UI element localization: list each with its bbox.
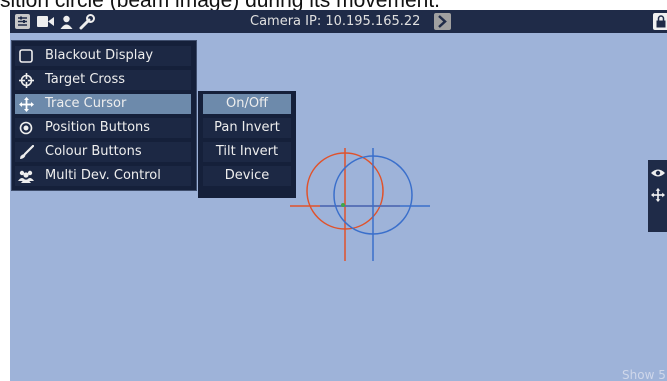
right-tool-strip (648, 160, 667, 232)
eye-icon[interactable] (651, 166, 665, 180)
trace-cursor-overlay (290, 148, 430, 261)
blue-trace-cursor (320, 148, 430, 261)
trace-center-dot (341, 203, 345, 207)
camera-control-app: Camera IP: 10.195.165.22 Blackout Displa… (10, 10, 667, 381)
move-arrows-icon[interactable] (651, 188, 665, 202)
show-label: Show 5 (622, 368, 666, 381)
red-trace-cursor (290, 148, 400, 261)
